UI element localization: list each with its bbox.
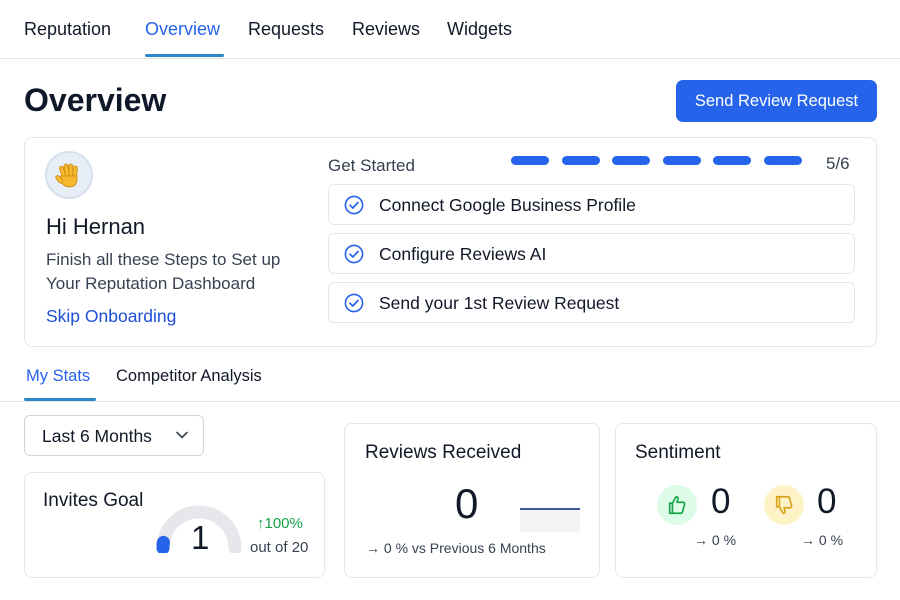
onboarding-instructions: Finish all these Steps to Set up Your Re… xyxy=(46,250,281,293)
invites-goal-change: ↑100% xyxy=(257,515,303,532)
progress-count: 5/6 xyxy=(826,154,850,173)
tab-competitor-analysis[interactable]: Competitor Analysis xyxy=(116,367,262,386)
invites-goal-target: out of 20 xyxy=(250,539,309,556)
send-review-request-button[interactable]: Send Review Request xyxy=(676,80,877,122)
progress-segment xyxy=(612,156,650,165)
step-send-first-request[interactable]: Send your 1st Review Request xyxy=(328,282,855,323)
date-range-select[interactable]: Last 6 Months xyxy=(24,415,204,456)
progress-segment xyxy=(663,156,701,165)
stats-tabs: My Stats Competitor Analysis xyxy=(0,360,900,402)
reviews-received-value: 0 xyxy=(455,480,479,527)
step-configure-reviews-ai[interactable]: Configure Reviews AI xyxy=(328,233,855,274)
progress-segment xyxy=(511,156,549,165)
progress-segment xyxy=(713,156,751,165)
reviews-received-card: Reviews Received 0 → 0 % vs Previous 6 M… xyxy=(344,423,600,578)
get-started-label: Get Started xyxy=(328,156,415,175)
reviews-trend-sparkline xyxy=(520,508,580,532)
progress-segment xyxy=(562,156,600,165)
step-label: Connect Google Business Profile xyxy=(379,195,636,215)
onboarding-card: Hi Hernan Finish all these Steps to Set … xyxy=(24,137,877,347)
tab-my-stats[interactable]: My Stats xyxy=(26,367,90,386)
tab-overview[interactable]: Overview xyxy=(145,19,220,40)
check-circle-icon xyxy=(344,244,364,264)
step-label: Configure Reviews AI xyxy=(379,244,547,264)
tab-requests[interactable]: Requests xyxy=(248,19,324,40)
reviews-comparison: → 0 % vs Previous 6 Months xyxy=(366,540,546,556)
step-connect-google[interactable]: Connect Google Business Profile xyxy=(328,184,855,225)
positive-sentiment-change: → 0 % xyxy=(694,532,737,548)
invites-goal-title: Invites Goal xyxy=(43,490,144,511)
thumbs-down-icon xyxy=(764,485,804,525)
invites-goal-card: Invites Goal 1 ↑100% out of 20 xyxy=(24,472,325,578)
step-label: Send your 1st Review Request xyxy=(379,293,620,313)
top-nav: Reputation Overview Requests Reviews Wid… xyxy=(0,0,900,59)
reviews-received-title: Reviews Received xyxy=(365,442,522,463)
active-tab-indicator xyxy=(145,54,224,57)
check-circle-icon xyxy=(344,293,364,313)
progress-segment xyxy=(764,156,802,165)
waving-hand-icon xyxy=(45,151,93,199)
negative-sentiment-value: 0 xyxy=(817,482,837,521)
chevron-down-icon xyxy=(176,431,188,439)
tab-widgets[interactable]: Widgets xyxy=(447,19,512,40)
date-range-value: Last 6 Months xyxy=(42,426,152,446)
tab-reputation[interactable]: Reputation xyxy=(24,19,111,40)
positive-sentiment-value: 0 xyxy=(711,482,731,521)
invites-goal-value: 1 xyxy=(191,519,210,556)
thumbs-up-icon xyxy=(657,485,697,525)
negative-sentiment-change: → 0 % xyxy=(801,532,844,548)
greeting: Hi Hernan xyxy=(46,214,146,239)
check-circle-icon xyxy=(344,195,364,215)
page-title: Overview xyxy=(24,82,167,118)
active-tab-indicator xyxy=(24,398,96,401)
tab-reviews[interactable]: Reviews xyxy=(352,19,420,40)
sentiment-card: Sentiment 0 → 0 % 0 → 0 % xyxy=(615,423,877,578)
skip-onboarding-link[interactable]: Skip Onboarding xyxy=(46,306,176,327)
sentiment-title: Sentiment xyxy=(635,442,721,463)
